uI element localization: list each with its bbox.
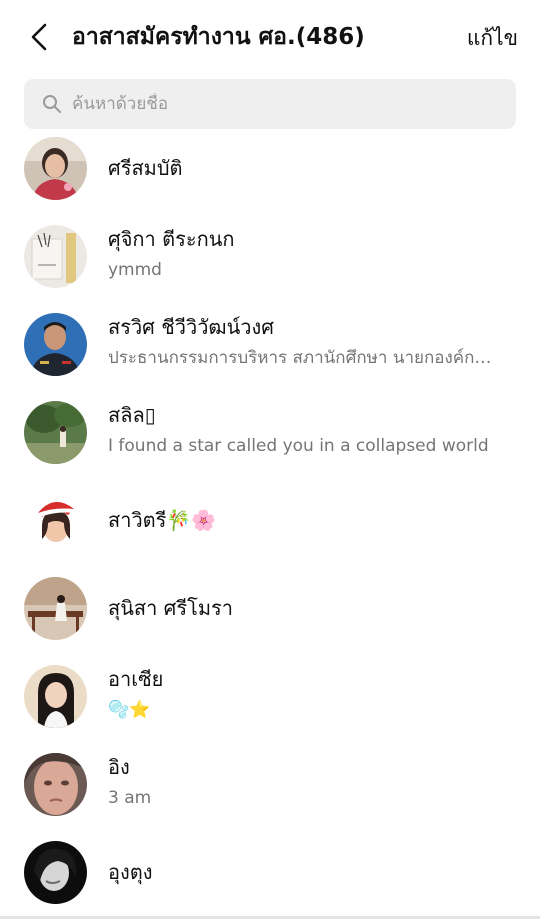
list-item[interactable]: ศรีสมบัติ [0, 131, 540, 219]
avatar [24, 489, 87, 552]
member-status: ประธานกรรมการบริหาร สภานักศึกษา นายกองค์… [108, 348, 493, 368]
list-item[interactable]: สรวิศ ชีวีวิวัฒน์วงศ ประธานกรรมการบริหาร… [0, 307, 540, 395]
avatar [24, 665, 87, 728]
avatar [24, 841, 87, 904]
list-item[interactable]: สาวิตรี🎋🌸 [0, 483, 540, 571]
member-status: 3 am [108, 788, 152, 808]
header-bar: อาสาสมัครทำงาน ศอ.(486) แก้ไข [0, 0, 540, 76]
member-status: 🫧⭐ [108, 700, 151, 720]
back-button[interactable] [22, 20, 56, 54]
avatar [24, 401, 87, 464]
member-name: สรวิศ ชีวีวิวัฒน์วงศ [108, 315, 274, 339]
member-list: ศรีสมบัติ ศุจิกา ตีระกนก ymmd สรวิศ ชีวี… [0, 131, 540, 923]
avatar [24, 753, 87, 816]
member-name: ศุจิกา ตีระกนก [108, 227, 235, 251]
list-item[interactable]: อาเซีย 🫧⭐ [0, 659, 540, 747]
search-bar[interactable] [24, 79, 516, 129]
chevron-left-icon [31, 23, 47, 51]
list-item[interactable]: อุงตุง [0, 835, 540, 923]
avatar [24, 137, 87, 200]
member-status: I found a star called you in a collapsed… [108, 436, 489, 456]
search-icon [43, 95, 61, 113]
member-name: อุงตุง [108, 860, 153, 884]
member-status: ymmd [108, 260, 162, 280]
avatar [24, 577, 87, 640]
page-title: อาสาสมัครทำงาน ศอ.(486) [72, 24, 365, 50]
member-name: สุนิสา ศรีโมรา [108, 596, 234, 620]
avatar [24, 313, 87, 376]
search-input[interactable] [70, 93, 494, 115]
member-name: สลิล▯ [108, 403, 156, 427]
list-item[interactable]: สุนิสา ศรีโมรา [0, 571, 540, 659]
member-name: ศรีสมบัติ [108, 156, 183, 180]
edit-button[interactable]: แก้ไข [467, 20, 518, 56]
member-name: อาเซีย [108, 667, 164, 691]
member-name: อิง [108, 755, 130, 779]
avatar [24, 225, 87, 288]
member-name: สาวิตรี🎋🌸 [108, 508, 217, 532]
list-item[interactable]: อิง 3 am [0, 747, 540, 835]
list-item[interactable]: ศุจิกา ตีระกนก ymmd [0, 219, 540, 307]
list-item[interactable]: สลิล▯ I found a star called you in a col… [0, 395, 540, 483]
